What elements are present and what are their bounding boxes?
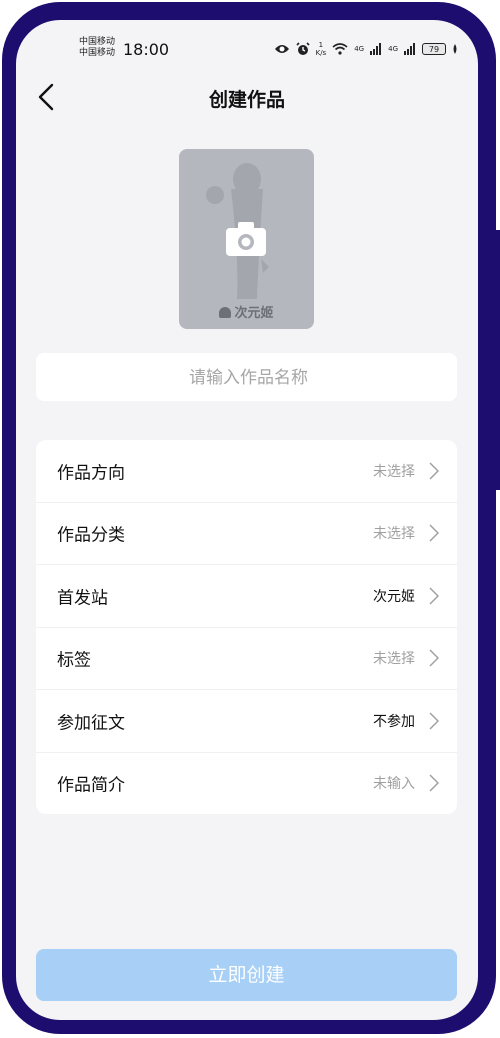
signal-1-label: 4G: [354, 45, 365, 53]
carrier-2: 中国移动: [79, 48, 116, 58]
net-speed-value: 1: [318, 41, 324, 49]
row-value: 不参加: [373, 713, 415, 730]
leaf-icon: [453, 44, 457, 54]
signal-2-label: 4G: [388, 45, 398, 53]
alarm-icon: [296, 42, 310, 55]
row-label: 参加征文: [57, 713, 125, 734]
cover-upload[interactable]: 次元姬: [179, 149, 314, 329]
row-label: 作品方向: [57, 463, 125, 484]
cover-logo-text: 次元姬: [234, 306, 274, 321]
row-label: 标签: [57, 650, 91, 671]
ghost-logo-icon: [219, 307, 232, 318]
row-first-site[interactable]: 首发站 次元姬: [36, 565, 457, 628]
side-button: [496, 230, 500, 490]
net-speed-unit: K/s: [315, 49, 327, 57]
chevron-right-icon: [429, 774, 439, 792]
signal-bars-2-icon: [404, 43, 415, 55]
status-icons: 1 K/s 4G 4G 79: [274, 40, 458, 58]
chevron-right-icon: [429, 712, 439, 730]
row-value: 未选择: [373, 651, 415, 668]
row-value: 次元姬: [373, 588, 415, 605]
chevron-right-icon: [429, 462, 439, 480]
work-name-field[interactable]: [36, 353, 461, 403]
camera-icon: [226, 222, 266, 256]
page-title: 创建作品: [208, 89, 285, 111]
row-synopsis[interactable]: 作品简介 未输入: [36, 753, 457, 815]
eye-icon: [274, 45, 289, 53]
work-name-input[interactable]: [36, 353, 461, 403]
row-contest[interactable]: 参加征文 不参加: [36, 690, 457, 753]
carrier-labels: 中国移动 中国移动: [79, 37, 115, 59]
status-time: 18:00: [123, 40, 170, 59]
chevron-right-icon: [429, 587, 439, 605]
cover-logo: 次元姬: [179, 302, 314, 321]
row-value: 未输入: [373, 776, 415, 793]
row-value: 未选择: [373, 463, 415, 480]
row-tags[interactable]: 标签 未选择: [36, 628, 457, 690]
settings-list: 作品方向 未选择 作品分类 未选择 首发站 次元姬 标签 未选择 参加征文 不参…: [36, 440, 457, 814]
status-bar: 中国移动 中国移动 18:00 1 K/s 4G 4G 79: [16, 20, 478, 68]
signal-bars-1-icon: [370, 43, 382, 55]
row-label: 作品简介: [57, 775, 125, 796]
app-screen: 中国移动 中国移动 18:00 1 K/s 4G 4G 79 创建作品 次元姬 …: [16, 20, 478, 1020]
battery-indicator: 79: [422, 43, 446, 55]
row-work-direction[interactable]: 作品方向 未选择: [36, 440, 457, 503]
row-work-category[interactable]: 作品分类 未选择: [36, 503, 457, 565]
page-header: 创建作品: [16, 76, 478, 120]
carrier-1: 中国移动: [79, 37, 116, 47]
create-button[interactable]: 立即创建: [36, 949, 457, 1001]
row-value: 未选择: [373, 526, 415, 543]
chevron-right-icon: [429, 524, 439, 542]
phone-frame: 中国移动 中国移动 18:00 1 K/s 4G 4G 79 创建作品 次元姬 …: [0, 0, 500, 1038]
wifi-icon: [332, 43, 348, 55]
net-speed: 1 K/s: [316, 41, 327, 57]
chevron-right-icon: [429, 649, 439, 667]
row-label: 作品分类: [57, 525, 125, 546]
row-label: 首发站: [57, 588, 108, 609]
